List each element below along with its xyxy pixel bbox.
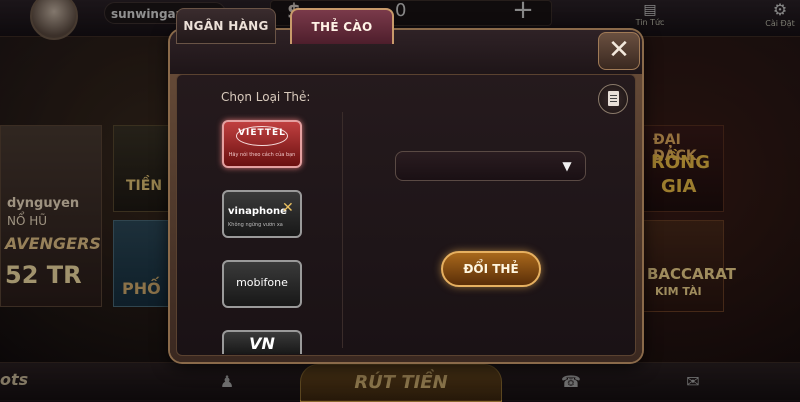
carrier-mobifone-button[interactable]: mobifone	[222, 260, 302, 308]
divider	[342, 112, 343, 348]
carrier-slogan: Hãy nói theo cách của bạn	[228, 152, 296, 158]
close-button[interactable]: ✕	[598, 32, 640, 70]
carrier-name: VIETTEL	[238, 128, 286, 138]
carrier-viettel-button[interactable]: VIETTEL Hãy nói theo cách của bạn	[222, 120, 302, 168]
carrier-name: VN	[249, 334, 275, 353]
tab-scratch-card[interactable]: THẺ CÀO	[290, 8, 394, 44]
exchange-card-button[interactable]: ĐỔI THẺ	[441, 251, 541, 287]
tab-bank[interactable]: NGÂN HÀNG	[176, 8, 276, 44]
choose-card-type-label: Chọn Loại Thẻ:	[221, 90, 311, 104]
document-line	[610, 95, 617, 96]
denomination-select[interactable]	[395, 151, 586, 181]
carrier-name: mobifone	[236, 276, 288, 289]
carrier-vietnamobile-button[interactable]: VN	[222, 330, 302, 354]
chevron-down-icon[interactable]: ▼	[560, 159, 574, 173]
vinaphone-star-icon: ✕	[282, 200, 294, 216]
document-line	[610, 98, 617, 99]
document-line	[610, 101, 617, 102]
carrier-name: vinaphone	[228, 206, 287, 217]
carrier-vinaphone-button[interactable]: vinaphone Không ngừng vươn xa ✕	[222, 190, 302, 238]
carrier-slogan: Không ngừng vươn xa	[228, 222, 283, 228]
history-document-icon[interactable]	[598, 84, 628, 114]
